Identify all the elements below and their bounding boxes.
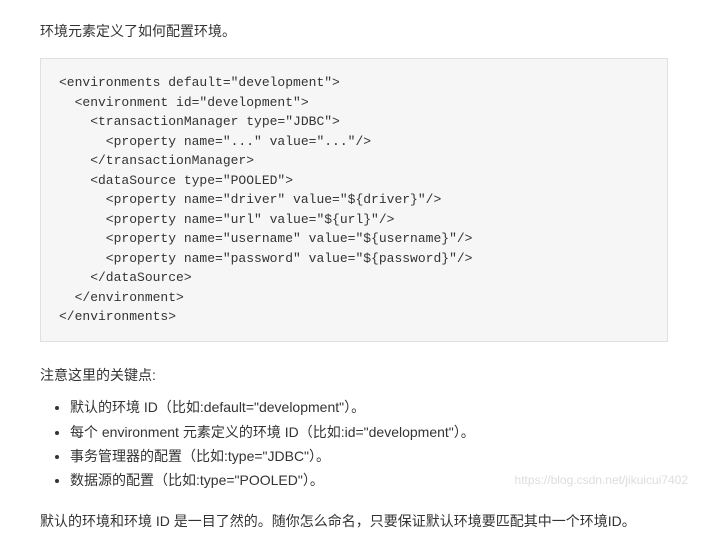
closing-paragraph: 默认的环境和环境 ID 是一目了然的。随你怎么命名，只要保证默认环境要匹配其中一… [40,510,668,532]
xml-code-block: <environments default="development"> <en… [40,58,668,342]
list-item: 默认的环境 ID（比如:default="development"）。 [70,396,668,418]
list-item: 数据源的配置（比如:type="POOLED"）。 [70,469,668,491]
intro-paragraph: 环境元素定义了如何配置环境。 [40,20,668,42]
list-item: 事务管理器的配置（比如:type="JDBC"）。 [70,445,668,467]
key-points-list: 默认的环境 ID（比如:default="development"）。 每个 e… [40,396,668,492]
list-item: 每个 environment 元素定义的环境 ID（比如:id="develop… [70,421,668,443]
note-title: 注意这里的关键点: [40,364,668,386]
